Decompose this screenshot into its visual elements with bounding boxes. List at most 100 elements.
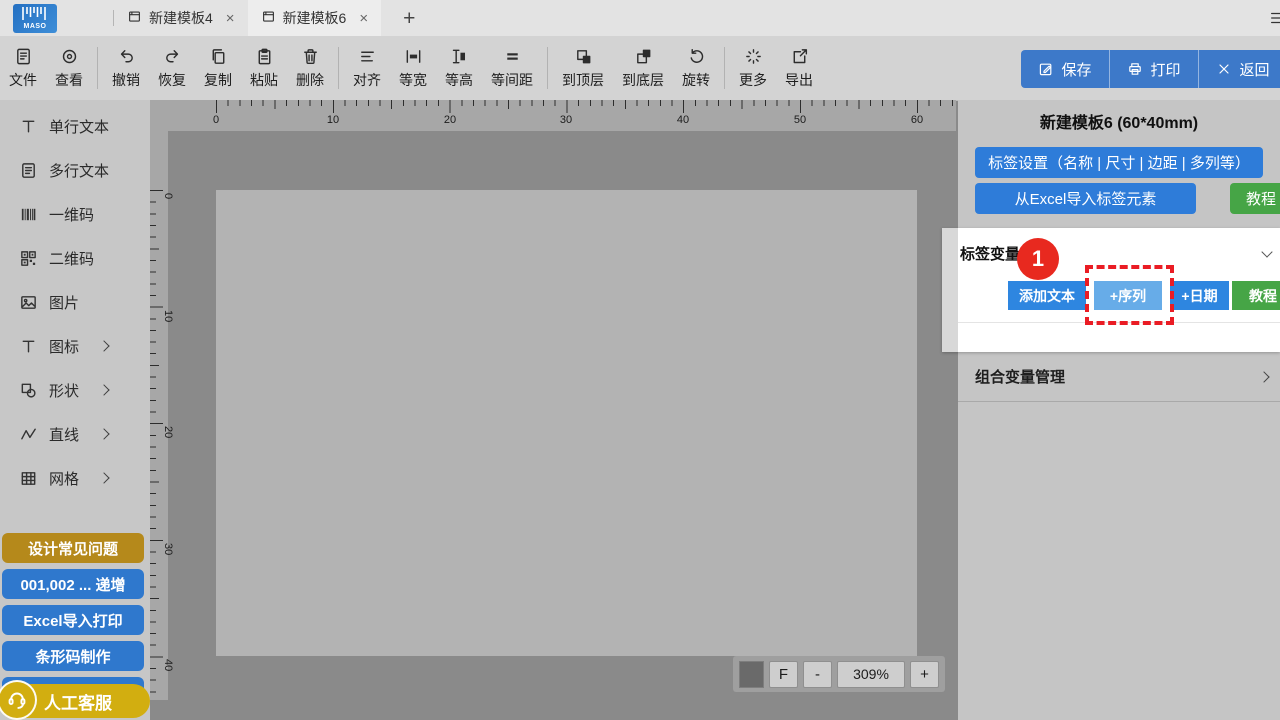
tool-align[interactable]: 对齐 <box>344 47 390 90</box>
chevron-right-icon <box>98 340 109 351</box>
tool-bring-to-front[interactable]: 到顶层 <box>553 47 613 90</box>
label-designer-app: MASO 新建模板4 × 新建模板6 × + 文件 查看 撤销 <box>0 0 1280 720</box>
sidebar-item-label: 单行文本 <box>49 116 109 137</box>
excel-import-elements-button[interactable]: 从Excel导入标签元素 <box>975 183 1196 214</box>
tool-label: 到底层 <box>622 70 664 90</box>
add-date-button[interactable]: +日期 <box>1170 281 1229 310</box>
sidebar-item-glyph[interactable]: 图标 <box>0 324 150 368</box>
line-icon <box>19 425 38 444</box>
tool-label: 旋转 <box>682 70 710 90</box>
toolbar-separator <box>97 47 98 89</box>
group-variable-management-label: 组合变量管理 <box>975 366 1065 387</box>
add-text-button[interactable]: 添加文本 <box>1008 281 1086 310</box>
image-icon <box>19 293 38 312</box>
multiline-text-icon <box>19 161 38 180</box>
logo-text: MASO <box>24 22 47 33</box>
paste-icon <box>255 47 274 67</box>
left-panel: 单行文本 多行文本 一维码 二维码 图片 图标 <box>0 100 150 720</box>
page-icon <box>261 9 276 27</box>
excel-import-print-button[interactable]: Excel导入打印 <box>2 605 144 635</box>
label-design-surface[interactable] <box>216 190 917 656</box>
save-button[interactable]: 保存 <box>1021 50 1109 88</box>
tool-equal-height[interactable]: 等高 <box>436 47 482 90</box>
annotation-badge-1: 1 <box>1017 238 1059 280</box>
back-button[interactable]: 返回 <box>1198 50 1280 88</box>
chevron-right-icon <box>98 428 109 439</box>
menu-icon[interactable] <box>1269 9 1280 27</box>
tool-label: 删除 <box>296 70 324 90</box>
sidebar-item-barcode[interactable]: 一维码 <box>0 192 150 236</box>
design-faq-button[interactable]: 设计常见问题 <box>2 533 144 563</box>
increment-numbers-button[interactable]: 001,002 ... 递增 <box>2 569 144 599</box>
eye-icon <box>60 47 79 67</box>
tool-label: 导出 <box>785 70 813 90</box>
tool-equal-spacing[interactable]: 等间距 <box>482 47 542 90</box>
sidebar-item-label: 多行文本 <box>49 160 109 181</box>
chevron-down-icon[interactable] <box>1261 246 1272 257</box>
logo-pattern-icon <box>20 6 50 22</box>
ruler-tick-label: 10 <box>327 114 339 126</box>
tool-redo[interactable]: 恢复 <box>149 47 195 90</box>
page-icon <box>127 9 142 27</box>
save-label: 保存 <box>1061 59 1091 80</box>
customer-service-label: 人工客服 <box>44 689 112 714</box>
equal-spacing-icon <box>503 47 522 67</box>
print-button[interactable]: 打印 <box>1109 50 1198 88</box>
label-settings-button[interactable]: 标签设置（名称 | 尺寸 | 边距 | 多列等） <box>975 147 1263 178</box>
zoom-out-button[interactable]: - <box>803 661 832 688</box>
ruler-tick-label: 30 <box>162 543 174 555</box>
ruler-tick-label: 40 <box>677 114 689 126</box>
tool-more[interactable]: 更多 <box>730 47 776 90</box>
tool-export[interactable]: 导出 <box>776 47 822 90</box>
maso-logo: MASO <box>13 4 57 33</box>
grid-icon <box>19 469 38 488</box>
ruler-tick-label: 60 <box>911 114 923 126</box>
tool-file[interactable]: 文件 <box>0 47 46 90</box>
export-icon <box>790 47 809 67</box>
tutorial-button[interactable]: 教程 <box>1230 183 1280 214</box>
template-title: 新建模板6 (60*40mm) <box>958 109 1280 133</box>
ruler-tick-label: 30 <box>560 114 572 126</box>
redo-icon <box>163 47 182 67</box>
tool-copy[interactable]: 复制 <box>195 47 241 90</box>
group-variable-management-row[interactable]: 组合变量管理 <box>958 352 1280 402</box>
trash-icon <box>301 47 320 67</box>
barcode-making-button[interactable]: 条形码制作 <box>2 641 144 671</box>
tool-undo[interactable]: 撤销 <box>103 47 149 90</box>
color-swatch[interactable] <box>739 661 764 688</box>
variables-tutorial-button[interactable]: 教程 <box>1232 281 1280 310</box>
add-tab-button[interactable]: + <box>403 8 415 29</box>
tool-rotate[interactable]: 旋转 <box>673 47 719 90</box>
tab-template4[interactable]: 新建模板4 × <box>114 0 248 36</box>
tool-delete[interactable]: 删除 <box>287 47 333 90</box>
sidebar-item-grid[interactable]: 网格 <box>0 456 150 500</box>
ruler-tick-label: 0 <box>162 193 174 199</box>
horizontal-ruler-ticks <box>150 100 956 113</box>
align-icon <box>358 47 377 67</box>
tool-label: 文件 <box>9 70 37 90</box>
zoom-in-button[interactable]: + <box>910 661 939 688</box>
tab-close-icon[interactable]: × <box>226 11 235 26</box>
chevron-right-icon <box>1258 371 1269 382</box>
tool-label: 查看 <box>55 70 83 90</box>
sidebar-item-single-line-text[interactable]: 单行文本 <box>0 104 150 148</box>
sidebar-item-line[interactable]: 直线 <box>0 412 150 456</box>
tool-view[interactable]: 查看 <box>46 47 92 90</box>
right-panel: 新建模板6 (60*40mm) 标签设置（名称 | 尺寸 | 边距 | 多列等）… <box>958 100 1280 720</box>
tab-template6[interactable]: 新建模板6 × <box>248 0 382 36</box>
sidebar-item-qrcode[interactable]: 二维码 <box>0 236 150 280</box>
tool-label: 复制 <box>204 70 232 90</box>
glyph-icon <box>19 337 38 356</box>
tool-paste[interactable]: 粘贴 <box>241 47 287 90</box>
sidebar-item-multi-line-text[interactable]: 多行文本 <box>0 148 150 192</box>
sidebar-item-label: 图标 <box>49 336 79 357</box>
sidebar-item-shape[interactable]: 形状 <box>0 368 150 412</box>
tool-equal-width[interactable]: 等宽 <box>390 47 436 90</box>
sidebar-item-image[interactable]: 图片 <box>0 280 150 324</box>
tool-send-to-back[interactable]: 到底层 <box>613 47 673 90</box>
ruler-tick-label: 40 <box>162 659 174 671</box>
tab-close-icon[interactable]: × <box>359 11 368 26</box>
qrcode-icon <box>19 249 38 268</box>
fit-button[interactable]: F <box>769 661 798 688</box>
zoom-level[interactable]: 309% <box>837 661 905 688</box>
